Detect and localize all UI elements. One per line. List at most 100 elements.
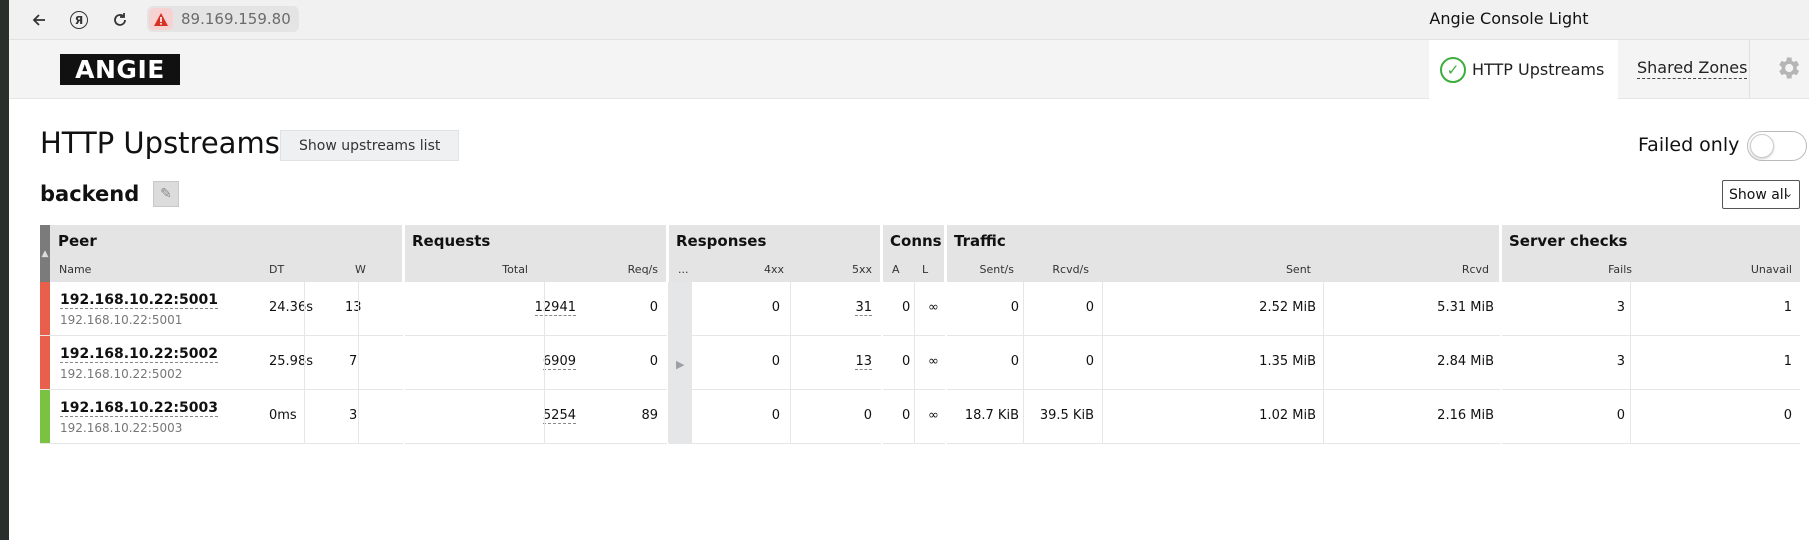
col-dt[interactable]: DT	[269, 263, 284, 276]
col-rcvd-s[interactable]: Rcvd/s	[1052, 263, 1089, 276]
warning-icon[interactable]	[149, 8, 173, 30]
sent-total: 1.02 MiB	[1259, 408, 1316, 423]
conns-subheader: A L	[882, 258, 944, 282]
col-rcvd[interactable]: Rcvd	[1462, 263, 1489, 276]
col-fails[interactable]: Fails	[1608, 263, 1632, 276]
col-name[interactable]: Name	[59, 263, 91, 276]
show-upstreams-list-button[interactable]: Show upstreams list	[280, 130, 460, 161]
rcvd-per-sec: 39.5 KiB	[1039, 408, 1094, 423]
column-divider	[1102, 282, 1103, 444]
check-circle-icon: ✓	[1440, 56, 1466, 83]
col-sent-s[interactable]: Sent/s	[980, 263, 1014, 276]
yandex-icon[interactable]: Я	[65, 6, 93, 34]
weight-value: 7	[349, 354, 358, 369]
check-unavail: 1	[1783, 300, 1792, 315]
col-expand[interactable]: ...	[678, 263, 689, 276]
group-header-conns: Conns	[882, 225, 944, 258]
check-unavail: 0	[1783, 408, 1792, 423]
sort-toggle[interactable]: ▲	[40, 225, 50, 282]
group-header-responses: Responses	[668, 225, 880, 258]
col-sent[interactable]: Sent	[1286, 263, 1311, 276]
col-a[interactable]: A	[892, 263, 900, 276]
failed-only-toggle[interactable]	[1747, 131, 1807, 161]
browser-window: Я 89.169.159.80 Angie Console Light ANGI…	[9, 0, 1809, 540]
col-5xx[interactable]: 5xx	[852, 263, 872, 276]
peer-address: 192.168.10.22:5001	[60, 313, 183, 327]
col-req-s[interactable]: Req/s	[628, 263, 658, 276]
address-bar[interactable]: 89.169.159.80	[147, 6, 299, 32]
dt-value: 24.36s	[269, 300, 313, 315]
dt-value: 25.98s	[269, 354, 313, 369]
page-title: HTTP Upstreams	[40, 126, 280, 160]
column-divider	[881, 225, 883, 444]
rcvd-total: 2.84 MiB	[1437, 354, 1494, 369]
peer-subheader: Name DT W	[50, 258, 402, 282]
total-requests[interactable]: 12941	[534, 300, 576, 316]
rcvd-per-sec: 0	[1085, 354, 1094, 369]
gear-icon[interactable]	[1774, 54, 1802, 82]
total-requests[interactable]: 5254	[542, 408, 576, 424]
group-header-traffic: Traffic	[946, 225, 1499, 258]
group-header-requests: Requests	[404, 225, 666, 258]
url-text: 89.169.159.80	[181, 10, 291, 28]
col-w[interactable]: W	[355, 263, 366, 276]
traffic-subheader: Sent/s Rcvd/s Sent Rcvd	[946, 258, 1499, 282]
responses-4xx: 0	[771, 408, 780, 423]
column-divider	[1500, 225, 1502, 444]
responses-4xx: 0	[771, 300, 780, 315]
group-header-server-checks: Server checks	[1501, 225, 1800, 258]
column-divider	[403, 225, 405, 444]
responses-5xx[interactable]: 13	[855, 354, 872, 370]
responses-4xx: 0	[771, 354, 780, 369]
sent-per-sec: 18.7 KiB	[964, 408, 1019, 423]
weight-value: 3	[349, 408, 358, 423]
tab-shared-zones[interactable]: Shared Zones	[1637, 58, 1748, 79]
responses-5xx: 0	[863, 408, 872, 423]
reload-icon[interactable]	[106, 6, 134, 34]
conns-limit: ∞	[928, 300, 939, 315]
req-per-sec: 0	[649, 354, 658, 369]
rcvd-total: 2.16 MiB	[1437, 408, 1494, 423]
conns-active: 0	[902, 354, 911, 369]
group-header-peer: Peer	[50, 225, 402, 258]
column-divider	[1023, 282, 1024, 444]
col-unavail[interactable]: Unavail	[1751, 263, 1792, 276]
column-divider	[1630, 282, 1631, 444]
peer-address: 192.168.10.22:5002	[60, 367, 183, 381]
responses-expand-column[interactable]: ▶	[668, 282, 692, 443]
column-divider	[1323, 282, 1324, 444]
responses-5xx[interactable]: 31	[855, 300, 872, 316]
col-total[interactable]: Total	[502, 263, 528, 276]
expand-arrow-icon[interactable]: ▶	[676, 358, 684, 371]
requests-subheader: Total Req/s	[404, 258, 666, 282]
weight-value: 13	[345, 300, 362, 315]
column-divider	[304, 282, 305, 444]
peer-name[interactable]: 192.168.10.22:5003	[60, 400, 218, 417]
peer-name[interactable]: 192.168.10.22:5001	[60, 292, 218, 309]
upstream-name: backend	[40, 182, 140, 206]
peer-status-indicator	[40, 282, 50, 335]
column-divider	[945, 225, 947, 444]
header-divider	[1749, 40, 1750, 99]
column-divider	[914, 282, 915, 444]
conns-active: 0	[902, 408, 911, 423]
angie-logo[interactable]: ANGIE	[60, 54, 180, 85]
back-arrow-icon[interactable]	[25, 6, 53, 34]
checks-subheader: Fails Unavail	[1501, 258, 1800, 282]
pencil-icon[interactable]: ✎	[153, 181, 179, 207]
total-requests[interactable]: 6909	[542, 354, 576, 370]
check-fails: 3	[1616, 300, 1625, 315]
tab-label: HTTP Upstreams	[1472, 60, 1605, 79]
col-4xx[interactable]: 4xx	[764, 263, 784, 276]
toggle-knob	[1750, 134, 1774, 158]
col-l[interactable]: L	[922, 263, 928, 276]
req-per-sec: 89	[641, 408, 658, 423]
chevron-down-icon: ⌄	[1783, 187, 1793, 200]
app-header: ANGIE ✓ HTTP Upstreams Shared Zones	[9, 40, 1809, 99]
peer-status-indicator	[40, 390, 50, 443]
peer-address: 192.168.10.22:5003	[60, 421, 183, 435]
dt-value: 0ms	[269, 408, 297, 423]
peer-name[interactable]: 192.168.10.22:5002	[60, 346, 218, 363]
tab-http-upstreams[interactable]: ✓ HTTP Upstreams	[1429, 40, 1618, 99]
filter-select[interactable]: Show all ⌄	[1722, 180, 1800, 209]
